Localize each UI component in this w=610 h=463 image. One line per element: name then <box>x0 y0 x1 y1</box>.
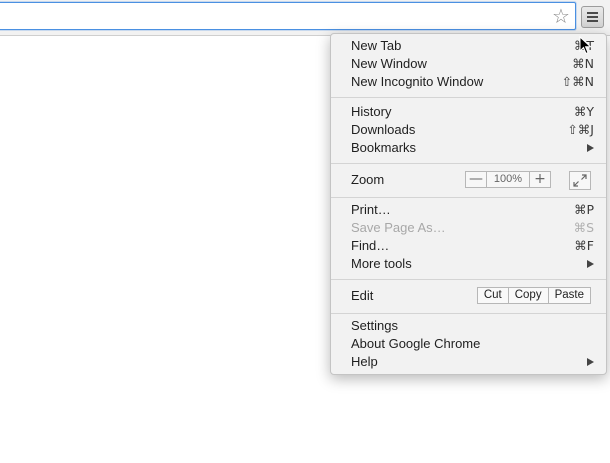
menu-item-print[interactable]: Print… ⌘P <box>351 201 594 219</box>
menu-item-shortcut: ⌘S <box>573 220 594 235</box>
zoom-in-button[interactable]: + <box>529 172 550 187</box>
chrome-menu: New Tab ⌘T New Window ⌘N New Incognito W… <box>330 33 607 375</box>
edit-row: Edit Cut Copy Paste <box>351 285 594 307</box>
menu-separator <box>331 97 606 98</box>
mouse-cursor-icon <box>579 36 592 55</box>
menu-item-more-tools[interactable]: More tools <box>351 255 594 273</box>
menu-separator <box>331 197 606 198</box>
chrome-menu-button[interactable] <box>581 6 604 28</box>
menu-item-label: History <box>351 104 392 119</box>
menu-item-label: Help <box>351 354 378 369</box>
star-outline-icon[interactable]: ☆ <box>551 6 571 26</box>
omnibox[interactable]: ☆ <box>0 2 576 30</box>
menu-item-shortcut: ⌘Y <box>573 104 594 119</box>
edit-label: Edit <box>351 288 374 303</box>
menu-item-shortcut: ⌘P <box>573 202 594 217</box>
browser-toolbar: ☆ <box>0 0 610 36</box>
menu-item-label: New Window <box>351 56 427 71</box>
menu-item-shortcut: ⌘N <box>572 56 594 71</box>
edit-buttons: Cut Copy Paste <box>476 287 591 304</box>
submenu-arrow-icon <box>587 260 594 268</box>
zoom-out-button[interactable]: — <box>466 172 487 187</box>
menu-item-new-window[interactable]: New Window ⌘N <box>351 55 594 73</box>
menu-item-save-page-as: Save Page As… ⌘S <box>351 219 594 237</box>
menu-item-shortcut: ⇧⌘J <box>567 122 594 137</box>
menu-item-shortcut: ⇧⌘N <box>561 74 594 89</box>
menu-separator <box>331 313 606 314</box>
menu-item-label: Downloads <box>351 122 416 137</box>
menu-item-label: About Google Chrome <box>351 336 481 351</box>
menu-item-label: Bookmarks <box>351 140 417 155</box>
hamburger-menu-icon <box>587 12 598 22</box>
menu-item-about-google-chrome[interactable]: About Google Chrome <box>351 335 594 353</box>
menu-item-new-tab[interactable]: New Tab ⌘T <box>351 37 594 55</box>
menu-item-label: Find… <box>351 238 390 253</box>
menu-item-find[interactable]: Find… ⌘F <box>351 237 594 255</box>
fullscreen-button[interactable] <box>569 171 591 190</box>
menu-item-settings[interactable]: Settings <box>351 317 594 335</box>
paste-button[interactable]: Paste <box>547 288 590 303</box>
menu-item-history[interactable]: History ⌘Y <box>351 103 594 121</box>
copy-button[interactable]: Copy <box>509 288 548 303</box>
submenu-arrow-icon <box>587 144 594 152</box>
menu-item-label: Save Page As… <box>351 220 446 235</box>
menu-item-downloads[interactable]: Downloads ⇧⌘J <box>351 121 594 139</box>
menu-item-bookmarks[interactable]: Bookmarks <box>351 139 594 157</box>
menu-item-new-incognito-window[interactable]: New Incognito Window ⇧⌘N <box>351 73 594 91</box>
zoom-level: 100% <box>493 173 523 185</box>
fullscreen-icon <box>573 174 587 187</box>
menu-item-shortcut: ⌘F <box>574 238 594 253</box>
menu-item-label: New Incognito Window <box>351 74 484 89</box>
menu-item-help[interactable]: Help <box>351 353 594 371</box>
menu-separator <box>331 279 606 280</box>
submenu-arrow-icon <box>587 358 594 366</box>
zoom-label: Zoom <box>351 172 385 187</box>
menu-item-label: Settings <box>351 318 398 333</box>
menu-item-label: Print… <box>351 202 391 217</box>
menu-separator <box>331 163 606 164</box>
menu-item-label: More tools <box>351 256 412 271</box>
zoom-row: Zoom — 100% + <box>351 169 594 191</box>
cut-button[interactable]: Cut <box>478 288 509 303</box>
menu-item-label: New Tab <box>351 38 402 53</box>
zoom-control: — 100% + <box>465 171 551 188</box>
